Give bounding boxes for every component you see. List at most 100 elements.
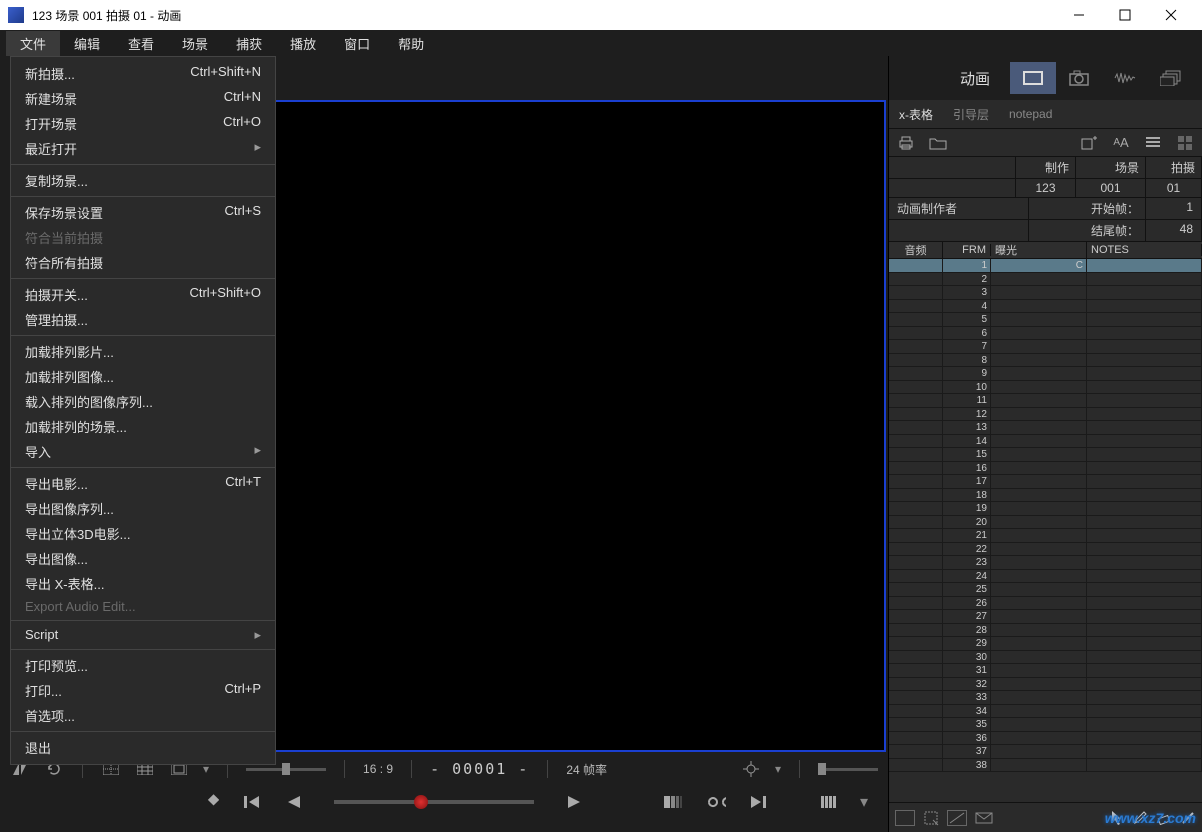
xsheet-row[interactable]: 9 bbox=[889, 367, 1202, 381]
target-icon[interactable] bbox=[741, 759, 761, 779]
loop-icon[interactable] bbox=[704, 790, 728, 814]
file-menu-item[interactable]: 打开场景Ctrl+O bbox=[11, 111, 275, 136]
play-icon[interactable] bbox=[562, 790, 586, 814]
file-menu-item[interactable]: 导出 X-表格... bbox=[11, 571, 275, 596]
file-menu-item[interactable]: 最近打开▸ bbox=[11, 136, 275, 161]
file-menu-item[interactable]: 加载排列影片... bbox=[11, 339, 275, 364]
file-menu-item[interactable]: 管理拍摄... bbox=[11, 307, 275, 332]
file-menu-item[interactable]: 导出图像... bbox=[11, 546, 275, 571]
xsheet-row[interactable]: 27 bbox=[889, 610, 1202, 624]
file-menu-item[interactable]: 首选项... bbox=[11, 703, 275, 728]
xsheet-row[interactable]: 38 bbox=[889, 759, 1202, 773]
file-menu-item[interactable]: 导入▸ bbox=[11, 439, 275, 464]
xsheet-row[interactable]: 13 bbox=[889, 421, 1202, 435]
xsheet-row[interactable]: 30 bbox=[889, 651, 1202, 665]
file-menu-item[interactable]: 载入排列的图像序列... bbox=[11, 389, 275, 414]
xsheet-row[interactable]: 16 bbox=[889, 462, 1202, 476]
file-menu-item[interactable]: 复制场景... bbox=[11, 168, 275, 193]
xsheet-row[interactable]: 29 bbox=[889, 637, 1202, 651]
xsheet-row[interactable]: 37 bbox=[889, 745, 1202, 759]
file-menu-item[interactable]: 导出立体3D电影... bbox=[11, 521, 275, 546]
file-menu-item[interactable]: 加载排列图像... bbox=[11, 364, 275, 389]
sub-tab-guide[interactable]: 引导层 bbox=[953, 106, 989, 123]
xsheet-row[interactable]: 26 bbox=[889, 597, 1202, 611]
xsheet-row[interactable]: 19 bbox=[889, 502, 1202, 516]
menu-帮助[interactable]: 帮助 bbox=[384, 31, 438, 56]
mode-audio-icon[interactable] bbox=[1102, 62, 1148, 94]
timeline[interactable] bbox=[334, 800, 534, 804]
xsheet-row[interactable]: 7 bbox=[889, 340, 1202, 354]
menu-文件[interactable]: 文件 bbox=[6, 31, 60, 56]
mode-monitor-icon[interactable] bbox=[1010, 62, 1056, 94]
file-menu-item[interactable]: 新拍摄...Ctrl+Shift+N bbox=[11, 61, 275, 86]
xsheet-row[interactable]: 32 bbox=[889, 678, 1202, 692]
xsheet-row[interactable]: 25 bbox=[889, 583, 1202, 597]
menu-场景[interactable]: 场景 bbox=[168, 31, 222, 56]
menu-查看[interactable]: 查看 bbox=[114, 31, 168, 56]
step-forward-icon[interactable] bbox=[746, 790, 770, 814]
file-menu-item[interactable]: 加载排列的场景... bbox=[11, 414, 275, 439]
file-menu-item[interactable]: 退出 bbox=[11, 735, 275, 760]
minimize-button[interactable] bbox=[1056, 0, 1102, 30]
xsheet-row[interactable]: 4 bbox=[889, 300, 1202, 314]
xsheet-row[interactable]: 22 bbox=[889, 543, 1202, 557]
folder-icon[interactable] bbox=[927, 133, 949, 153]
menu-播放[interactable]: 播放 bbox=[276, 31, 330, 56]
file-menu-item[interactable]: 导出图像序列... bbox=[11, 496, 275, 521]
menu-编辑[interactable]: 编辑 bbox=[60, 31, 114, 56]
step-back-icon[interactable] bbox=[240, 790, 264, 814]
xsheet-row[interactable]: 21 bbox=[889, 529, 1202, 543]
xsheet-row[interactable]: 15 bbox=[889, 448, 1202, 462]
xsheet-row[interactable]: 10 bbox=[889, 381, 1202, 395]
xsheet-row[interactable]: 5 bbox=[889, 313, 1202, 327]
xsheet-row[interactable]: 28 bbox=[889, 624, 1202, 638]
sub-tab-notepad[interactable]: notepad bbox=[1009, 107, 1052, 121]
tool-select-icon[interactable] bbox=[923, 810, 939, 826]
file-menu-item[interactable]: Script▸ bbox=[11, 624, 275, 646]
file-menu-item[interactable]: 打印预览... bbox=[11, 653, 275, 678]
file-menu-item[interactable]: 保存场景设置Ctrl+S bbox=[11, 200, 275, 225]
mode-camera-icon[interactable] bbox=[1056, 62, 1102, 94]
xsheet-row[interactable]: 24 bbox=[889, 570, 1202, 584]
add-icon[interactable] bbox=[1078, 133, 1100, 153]
play-back-icon[interactable] bbox=[282, 790, 306, 814]
xsheet-row[interactable]: 1C bbox=[889, 259, 1202, 273]
xsheet-row[interactable]: 31 bbox=[889, 664, 1202, 678]
tool-rect-icon[interactable] bbox=[895, 810, 915, 826]
xsheet-row[interactable]: 34 bbox=[889, 705, 1202, 719]
file-menu-item[interactable]: 新建场景Ctrl+N bbox=[11, 86, 275, 111]
xsheet-row[interactable]: 33 bbox=[889, 691, 1202, 705]
mode-stack-icon[interactable] bbox=[1148, 62, 1194, 94]
xsheet-row[interactable]: 14 bbox=[889, 435, 1202, 449]
file-menu-item[interactable]: 导出电影...Ctrl+T bbox=[11, 471, 275, 496]
list1-icon[interactable] bbox=[1142, 133, 1164, 153]
print-icon[interactable] bbox=[895, 133, 917, 153]
file-menu-item[interactable]: 符合所有拍摄 bbox=[11, 250, 275, 275]
bars-icon[interactable] bbox=[818, 790, 842, 814]
xsheet-row[interactable]: 11 bbox=[889, 394, 1202, 408]
xsheet-row[interactable]: 2 bbox=[889, 273, 1202, 287]
xsheet-row[interactable]: 18 bbox=[889, 489, 1202, 503]
opacity-slider[interactable] bbox=[818, 768, 878, 771]
xsheet-row[interactable]: 20 bbox=[889, 516, 1202, 530]
xsheet-row[interactable]: 3 bbox=[889, 286, 1202, 300]
zoom-slider[interactable] bbox=[246, 768, 326, 771]
close-button[interactable] bbox=[1148, 0, 1194, 30]
menu-窗口[interactable]: 窗口 bbox=[330, 31, 384, 56]
list2-icon[interactable] bbox=[1174, 133, 1196, 153]
xsheet-row[interactable]: 8 bbox=[889, 354, 1202, 368]
maximize-button[interactable] bbox=[1102, 0, 1148, 30]
file-menu-item[interactable]: 拍摄开关...Ctrl+Shift+O bbox=[11, 282, 275, 307]
file-menu-item[interactable]: 打印...Ctrl+P bbox=[11, 678, 275, 703]
tool-hide-icon[interactable] bbox=[947, 810, 967, 826]
sub-tab-xsheet[interactable]: x-表格 bbox=[899, 106, 933, 123]
xsheet-row[interactable]: 36 bbox=[889, 732, 1202, 746]
xsheet-row[interactable]: 12 bbox=[889, 408, 1202, 422]
tool-mail-icon[interactable] bbox=[975, 812, 993, 824]
xsheet-row[interactable]: 35 bbox=[889, 718, 1202, 732]
diamond-icon[interactable] bbox=[198, 790, 222, 814]
xsheet-row[interactable]: 17 bbox=[889, 475, 1202, 489]
onion-icon[interactable] bbox=[662, 790, 686, 814]
menu-捕获[interactable]: 捕获 bbox=[222, 31, 276, 56]
font-size-icon[interactable]: AA bbox=[1110, 133, 1132, 153]
